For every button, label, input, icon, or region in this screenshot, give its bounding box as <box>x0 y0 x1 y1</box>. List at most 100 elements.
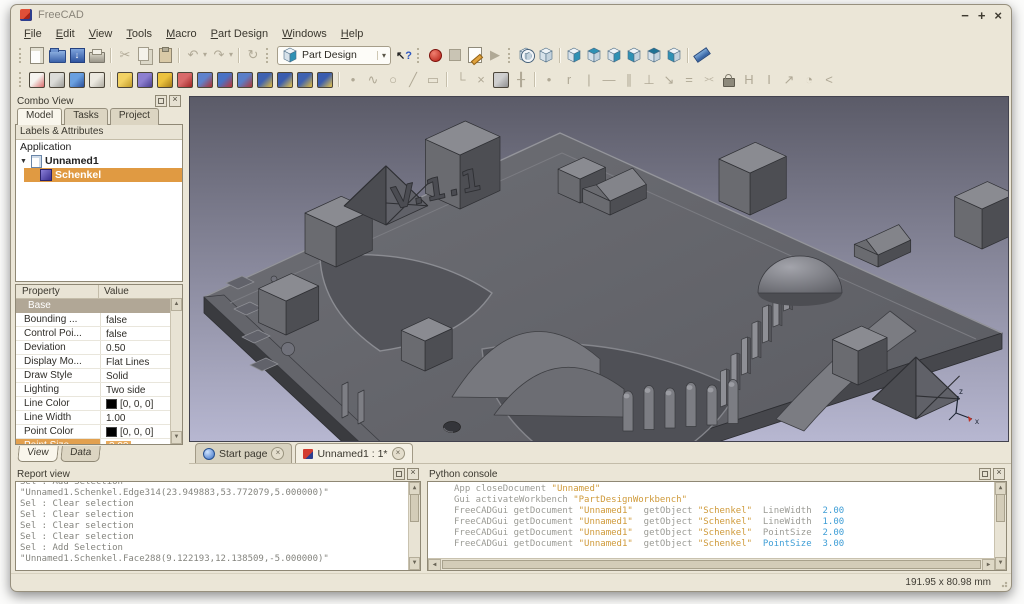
sketcher-line-icon[interactable]: ╱ <box>404 71 422 89</box>
whats-this-icon[interactable]: ↖? <box>395 46 413 64</box>
property-row-deviation[interactable]: Deviation0.50 <box>16 341 182 355</box>
tab-data[interactable]: Data <box>60 446 101 462</box>
property-row-point-color[interactable]: Point Color[0, 0, 0] <box>16 425 182 439</box>
groove-icon[interactable] <box>156 71 174 89</box>
python-h-scrollbar[interactable]: ◀ ▶ <box>428 558 995 570</box>
tab-start-page[interactable]: Start page × <box>195 443 292 463</box>
toolbar-handle[interactable] <box>508 48 513 63</box>
3d-viewport[interactable]: V.1.1 z x <box>189 96 1009 442</box>
sketcher-circle-icon[interactable]: ○ <box>384 71 402 89</box>
python-float-button[interactable] <box>979 468 991 480</box>
constraint-parallel-icon[interactable]: ∥ <box>620 71 638 89</box>
constraint-lock-icon[interactable] <box>720 71 738 89</box>
constraint-perpendicular-icon[interactable]: ⊥ <box>640 71 658 89</box>
workbench-selector[interactable]: Part Design▾ <box>277 46 391 65</box>
macro-record-icon[interactable] <box>426 46 444 64</box>
scroll-down-button[interactable]: ▼ <box>171 431 182 444</box>
multi-transform-icon[interactable] <box>316 71 334 89</box>
menu-tools[interactable]: Tools <box>119 28 159 40</box>
property-scrollbar[interactable]: ▲ ▼ <box>170 298 182 444</box>
sketch-leave-icon[interactable] <box>88 71 106 89</box>
report-close-button[interactable] <box>407 468 419 480</box>
view-rear-icon[interactable] <box>625 46 643 64</box>
3d-model-canvas[interactable]: V.1.1 z x <box>190 97 1008 441</box>
tab-tasks[interactable]: Tasks <box>64 108 108 125</box>
draft-icon[interactable] <box>236 71 254 89</box>
chamfer-icon[interactable] <box>216 71 234 89</box>
menu-view[interactable]: View <box>82 28 120 40</box>
cut-icon[interactable]: ✂ <box>116 46 134 64</box>
measure-distance-icon[interactable] <box>693 46 711 64</box>
sketcher-trim-icon[interactable]: × <box>472 71 490 89</box>
scroll-down-button[interactable]: ▼ <box>409 557 420 570</box>
constraint-symmetric-icon[interactable]: >< <box>700 71 718 89</box>
tab-close-icon[interactable]: × <box>271 447 284 460</box>
view-right-icon[interactable] <box>605 46 623 64</box>
macro-edit-icon[interactable] <box>466 46 484 64</box>
open-document-icon[interactable] <box>48 46 66 64</box>
menu-help[interactable]: Help <box>334 28 371 40</box>
view-bottom-icon[interactable] <box>645 46 663 64</box>
mirrored-icon[interactable] <box>256 71 274 89</box>
report-view-log[interactable]: Sel : Add Selection"Unnamed1.Schenkel.Ed… <box>15 481 421 571</box>
close-button[interactable]: × <box>994 9 1002 22</box>
redo-dropdown-icon[interactable]: ▾ <box>227 46 235 64</box>
scrollbar-thumb[interactable] <box>410 494 419 522</box>
revolution-icon[interactable] <box>136 71 154 89</box>
scrollbar-thumb[interactable] <box>996 494 1005 522</box>
toolbar-handle[interactable] <box>19 48 24 63</box>
undo-icon[interactable]: ↶ <box>184 46 202 64</box>
sketcher-polyline-icon[interactable]: ∿ <box>364 71 382 89</box>
pad-icon[interactable] <box>116 71 134 89</box>
redo-icon[interactable]: ↷ <box>210 46 228 64</box>
sketch-view-section-icon[interactable] <box>68 71 86 89</box>
constraint-point-on-object-icon[interactable]: r <box>560 71 578 89</box>
menu-windows[interactable]: Windows <box>275 28 334 40</box>
sketcher-fillet-icon[interactable]: └ <box>452 71 470 89</box>
fillet-icon[interactable] <box>196 71 214 89</box>
scrollbar-thumb[interactable] <box>442 560 981 569</box>
python-v-scrollbar[interactable]: ▲ ▼ <box>994 482 1006 570</box>
tab-view[interactable]: View <box>17 446 58 462</box>
sketcher-point-icon[interactable]: • <box>344 71 362 89</box>
sketcher-construction-mode-icon[interactable]: ╂ <box>512 71 530 89</box>
tab-close-icon[interactable]: × <box>392 447 405 460</box>
scroll-left-button[interactable]: ◀ <box>428 559 441 571</box>
property-row-point-size[interactable]: Point Size3.00▲▼ <box>16 439 182 445</box>
constraint-radius-icon[interactable]: < <box>820 71 838 89</box>
expander-icon[interactable]: ▼ <box>20 158 28 165</box>
view-axonometric-icon[interactable] <box>537 46 555 64</box>
scroll-up-button[interactable]: ▲ <box>171 298 182 311</box>
report-scrollbar[interactable]: ▲ ▼ <box>408 482 420 570</box>
paste-icon[interactable] <box>156 46 174 64</box>
tree-item-schenkel[interactable]: Schenkel <box>24 168 183 182</box>
tree-item-document[interactable]: ▼ Unnamed1 <box>16 154 182 168</box>
constraint-tangent-icon[interactable]: ↘ <box>660 71 678 89</box>
pocket-icon[interactable] <box>176 71 194 89</box>
property-group-base[interactable]: Base <box>16 299 182 313</box>
python-console-log[interactable]: App closeDocument "Unnamed"Gui activateW… <box>427 481 1007 571</box>
constraint-vertical-icon[interactable]: | <box>580 71 598 89</box>
title-bar[interactable]: FreeCAD − + × <box>11 5 1011 25</box>
combo-view-close-button[interactable] <box>169 95 181 107</box>
combo-view-float-button[interactable] <box>155 95 167 107</box>
macro-play-icon[interactable]: ▶ <box>486 46 504 64</box>
property-row-line-color[interactable]: Line Color[0, 0, 0] <box>16 397 182 411</box>
tree-item-application[interactable]: Application <box>16 140 182 154</box>
macro-stop-icon[interactable] <box>446 46 464 64</box>
minimize-button[interactable]: − <box>961 9 969 22</box>
python-close-button[interactable] <box>993 468 1005 480</box>
constraint-angle-icon[interactable]: ◔ <box>800 71 818 89</box>
menu-part-design[interactable]: Part Design <box>204 28 275 40</box>
view-front-icon[interactable] <box>565 46 583 64</box>
constraint-distance-y-icon[interactable]: I <box>760 71 778 89</box>
constraint-coincident-icon[interactable]: • <box>540 71 558 89</box>
constraint-equal-icon[interactable]: = <box>680 71 698 89</box>
toolbar-handle[interactable] <box>417 48 422 63</box>
property-row-line-width[interactable]: Line Width1.00 <box>16 411 182 425</box>
property-row-control-poi---[interactable]: Control Poi...false <box>16 327 182 341</box>
maximize-button[interactable]: + <box>978 9 986 22</box>
sketch-reorient-icon[interactable] <box>48 71 66 89</box>
undo-dropdown-icon[interactable]: ▾ <box>201 46 209 64</box>
constraint-distance-icon[interactable]: ↗ <box>780 71 798 89</box>
